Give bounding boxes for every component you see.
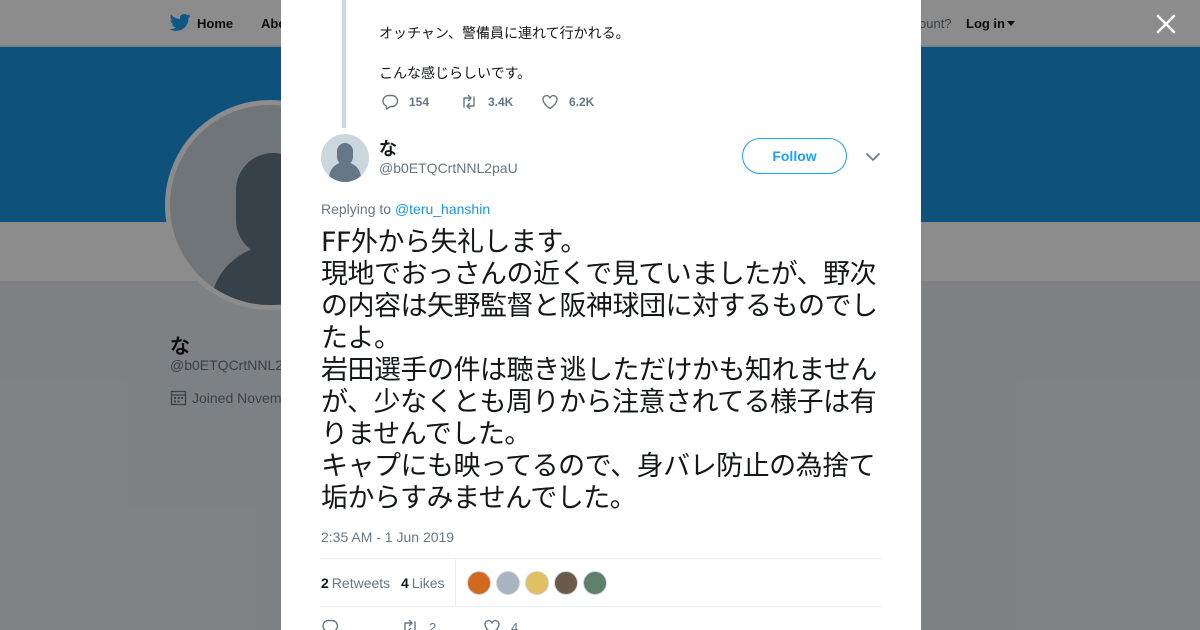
- like-action[interactable]: 4: [483, 618, 518, 630]
- retweet-icon: [404, 619, 416, 630]
- likes-stat-count: 4: [401, 575, 409, 591]
- parent-tweet-text-line: こんな感じらしいです。: [379, 65, 532, 81]
- retweet-count: 3.4K: [488, 95, 514, 109]
- author-handle[interactable]: @b0ETQCrtNNL2paU: [379, 160, 518, 176]
- tweet-modal: オッチャン、警備員に連れて行かれる。 こんな感じらしいです。 154 3.4K …: [281, 0, 921, 630]
- like-action-count: 4: [511, 619, 519, 630]
- reply-icon: [322, 619, 339, 630]
- chevron-down-icon[interactable]: [865, 150, 881, 164]
- reply-count: 154: [409, 95, 430, 109]
- retweet-action-count: 2: [429, 619, 437, 630]
- liker-avatar[interactable]: [525, 571, 549, 595]
- parent-like-action[interactable]: 6.2K: [541, 92, 594, 112]
- tweet-text: FF外から失礼します。 現地でおっさんの近くで見ていましたが、野次の内容は矢野監…: [321, 227, 878, 514]
- likes-stat[interactable]: 4 Likes: [401, 575, 444, 591]
- parent-retweet-action[interactable]: 3.4K: [460, 92, 513, 112]
- author-name[interactable]: な: [379, 135, 397, 161]
- liker-avatar[interactable]: [496, 571, 520, 595]
- replying-prefix: Replying to: [321, 201, 392, 217]
- liker-avatar[interactable]: [467, 571, 491, 595]
- heart-icon: [542, 94, 558, 110]
- likes-stat-label: Likes: [411, 575, 445, 591]
- stats-divider: [455, 559, 456, 606]
- like-count: 6.2K: [569, 95, 595, 109]
- replying-to: Replying to @teru_hanshin: [321, 201, 490, 217]
- author-avatar[interactable]: [321, 134, 369, 182]
- retweets-stat[interactable]: 2 Retweets: [321, 575, 390, 591]
- follow-button[interactable]: Follow: [742, 138, 847, 174]
- retweet-action[interactable]: 2: [401, 618, 436, 630]
- liker-avatar[interactable]: [583, 571, 607, 595]
- retweets-stat-count: 2: [321, 575, 329, 591]
- tweet-stats: 2 Retweets 4 Likes: [321, 558, 882, 607]
- retweets-stat-label: Retweets: [331, 575, 391, 591]
- parent-reply-action[interactable]: 154: [381, 92, 429, 112]
- parent-tweet-text-line: オッチャン、警備員に連れて行かれる。: [379, 25, 630, 41]
- reply-icon: [382, 94, 399, 110]
- close-icon[interactable]: [1152, 10, 1180, 38]
- replying-to-link[interactable]: @teru_hanshin: [395, 201, 490, 217]
- heart-icon: [484, 619, 500, 630]
- reply-action[interactable]: [321, 618, 349, 630]
- conversation-thread-line: [342, 0, 346, 128]
- liker-avatar[interactable]: [554, 571, 578, 595]
- retweet-icon: [463, 94, 475, 110]
- tweet-timestamp[interactable]: 2:35 AM - 1 Jun 2019: [321, 529, 454, 545]
